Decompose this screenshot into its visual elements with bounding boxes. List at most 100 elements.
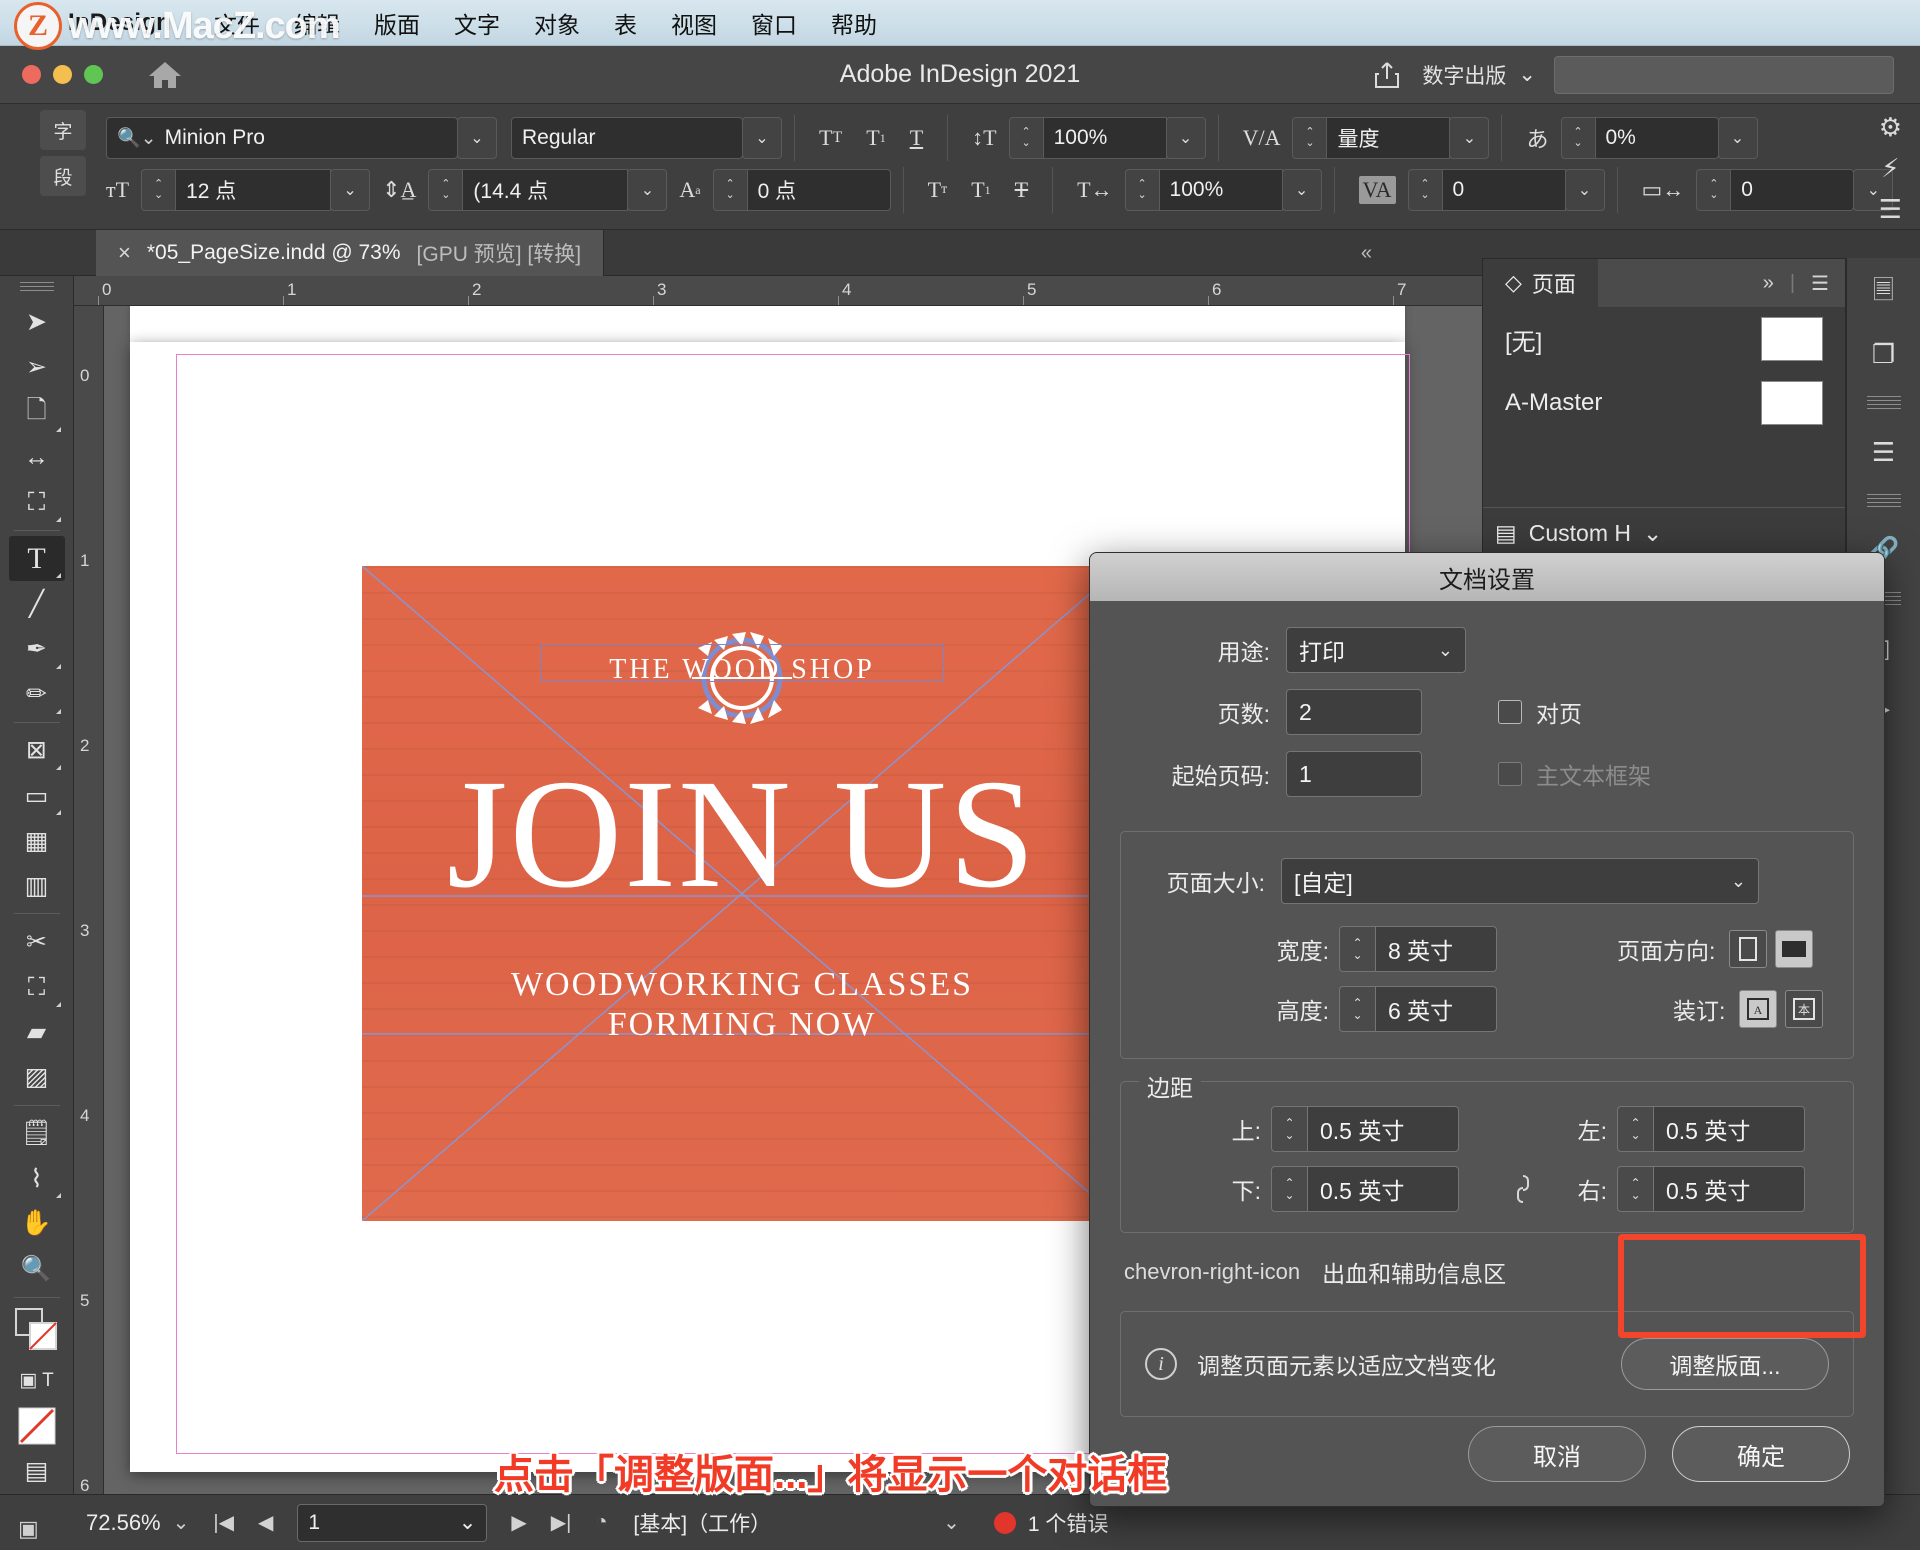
font-style-dropdown[interactable]: ⌄ — [742, 117, 782, 159]
selection-tool[interactable]: ➤ — [9, 300, 65, 345]
character-formatting-button[interactable]: 字 — [40, 110, 86, 150]
horizontal-scale-input[interactable]: 100% — [1158, 169, 1283, 211]
baseline-shift-stepper[interactable]: ⌃ ⌄ — [712, 169, 747, 211]
margin-top-input[interactable]: 0.5 英寸 — [1307, 1106, 1459, 1152]
gear-icon[interactable]: ⚙ — [1879, 112, 1902, 143]
horizontal-scale-stepper[interactable]: ⌃ ⌄ — [1124, 169, 1159, 211]
panel-menu-icon[interactable]: ☰ — [1879, 194, 1902, 225]
document-setup-dialog[interactable]: 文档设置 用途: 打印 ⌄ 页数: 2 对页 起始页码: 1 主文本框架 页面大… — [1089, 552, 1885, 1507]
toolbox-grip[interactable] — [19, 282, 54, 294]
leading-group[interactable]: ⌃ ⌄ (14.4 点 ⌄ — [428, 169, 668, 211]
menu-item-layout[interactable]: 版面 — [357, 6, 437, 40]
line-tool[interactable]: ╱ — [9, 581, 65, 626]
artwork-frame[interactable]: THE WOOD SHOP JOIN US WOODWORKING CLASSE… — [362, 566, 1122, 1221]
search-input[interactable] — [1554, 55, 1894, 94]
apply-none-swatch[interactable] — [9, 1403, 65, 1448]
minimize-window-button[interactable] — [53, 65, 72, 84]
master-row-a[interactable]: A-Master — [1483, 371, 1845, 435]
tsume-input[interactable]: 0% — [1594, 117, 1719, 159]
landscape-orientation-button[interactable] — [1775, 930, 1814, 968]
pages-dock-icon[interactable]: 🗏 — [1855, 266, 1913, 322]
facing-pages-checkbox[interactable]: 对页 — [1498, 695, 1582, 729]
panel-menu-icon[interactable]: ☰ — [1811, 271, 1829, 296]
pages-panel[interactable]: ◇ 页面 » | ☰ [无] A-Master ▤ Custom H ⌄ — [1482, 258, 1846, 560]
scissors-tool[interactable]: ✂ — [9, 919, 65, 964]
bleed-slug-section[interactable]: chevron-right-icon 出血和辅助信息区 — [1124, 1255, 1854, 1289]
fill-stroke-swatch[interactable] — [9, 1303, 65, 1359]
screen-mode-button[interactable]: ▤ — [9, 1449, 65, 1494]
leading-dropdown[interactable]: ⌄ — [627, 169, 668, 211]
next-page-icon[interactable]: ▶ — [499, 1510, 538, 1535]
content-collector-tool[interactable]: ⛶ — [9, 480, 65, 525]
font-family-dropdown[interactable]: ⌄ — [457, 117, 497, 159]
master-row-none[interactable]: [无] — [1483, 307, 1845, 371]
pencil-tool[interactable]: ✏ — [9, 672, 65, 717]
page-number-select[interactable]: 1 ⌄ — [297, 1503, 488, 1542]
column-tool[interactable]: ▥ — [9, 863, 65, 908]
chevron-down-icon[interactable]: ⌄ — [161, 1510, 202, 1535]
lightning-icon[interactable]: ⚡ — [1881, 153, 1899, 184]
menu-item-view[interactable]: 视图 — [654, 6, 734, 40]
margin-left-stepper[interactable]: ⌃ ⌄ — [1617, 1106, 1653, 1152]
tracking-input[interactable]: 0 — [1441, 169, 1566, 211]
pages-input[interactable]: 2 — [1286, 689, 1422, 735]
kerning-stepper[interactable]: ⌃ ⌄ — [1292, 117, 1327, 159]
hand-tool[interactable]: ✋ — [9, 1201, 65, 1246]
error-status[interactable]: 1 个错误 — [993, 1508, 1108, 1538]
tracking-dropdown[interactable]: ⌄ — [1564, 169, 1605, 211]
leading-input[interactable]: (14.4 点 — [462, 169, 629, 211]
font-size-group[interactable]: ⌃ ⌄ 12 点 ⌄ — [141, 169, 371, 211]
page-tool[interactable]: 🗋 — [9, 390, 65, 435]
last-page-icon[interactable]: ▶| — [539, 1510, 584, 1535]
baseline-shift-group[interactable]: ⌃ ⌄ 0 点 — [712, 169, 891, 211]
char-spacing-stepper[interactable]: ⌃ ⌄ — [1696, 169, 1731, 211]
font-size-stepper[interactable]: ⌃ ⌄ — [141, 169, 176, 211]
type-tool[interactable]: T — [8, 536, 65, 582]
width-input[interactable]: 8 英寸 — [1375, 926, 1497, 972]
underline-icon[interactable]: T — [910, 125, 923, 151]
all-caps-icon[interactable]: TT — [819, 125, 842, 151]
char-spacing-group[interactable]: ⌃ ⌄ 0 ⌄ — [1696, 169, 1894, 211]
small-caps-icon[interactable]: Tᴛ — [928, 177, 948, 203]
horizontal-scale-group[interactable]: ⌃ ⌄ 100% ⌄ — [1124, 169, 1322, 211]
paragraph-formatting-button[interactable]: 段 — [40, 156, 86, 196]
start-page-input[interactable]: 1 — [1286, 751, 1422, 797]
gradient-swatch-tool[interactable]: ▰ — [9, 1010, 65, 1055]
broken-link-icon[interactable] — [1495, 1172, 1551, 1206]
cancel-button[interactable]: 取消 — [1468, 1426, 1646, 1482]
kerning-input[interactable]: 量度 — [1326, 117, 1451, 159]
margin-right-stepper[interactable]: ⌃ ⌄ — [1617, 1166, 1653, 1212]
direct-selection-tool[interactable]: ➢ — [9, 345, 65, 390]
margin-bottom-stepper[interactable]: ⌃ ⌄ — [1271, 1166, 1307, 1212]
menu-app-name[interactable]: InDesign — [68, 9, 171, 37]
table-tool[interactable]: ▦ — [9, 818, 65, 863]
adjust-layout-button[interactable]: 调整版面... — [1621, 1338, 1829, 1390]
left-binding-button[interactable]: A — [1739, 990, 1778, 1028]
note-tool[interactable]: 🗒 — [9, 1111, 65, 1156]
vertical-scale-group[interactable]: ⌃ ⌄ 100% ⌄ — [1008, 117, 1206, 159]
margin-left-input[interactable]: 0.5 英寸 — [1653, 1106, 1805, 1152]
pen-tool[interactable]: ✒ — [9, 627, 65, 672]
gradient-feather-tool[interactable]: ▨ — [9, 1055, 65, 1100]
chevron-double-right-icon[interactable]: » — [1763, 272, 1774, 295]
margin-bottom-input[interactable]: 0.5 英寸 — [1307, 1166, 1459, 1212]
strikethrough-icon[interactable]: T — [1015, 177, 1028, 203]
menu-item-table[interactable]: 表 — [597, 6, 654, 40]
font-style-input[interactable]: Regular — [511, 117, 743, 159]
font-style-group[interactable]: Regular ⌄ — [511, 117, 782, 159]
menu-item-object[interactable]: 对象 — [517, 6, 597, 40]
tsume-dropdown[interactable]: ⌄ — [1717, 117, 1758, 159]
baseline-shift-input[interactable]: 0 点 — [746, 169, 891, 211]
menu-item-edit[interactable]: 编辑 — [277, 6, 357, 40]
chevron-double-left-icon[interactable]: « — [1361, 242, 1372, 265]
first-page-icon[interactable]: |◀ — [201, 1510, 246, 1535]
char-spacing-input[interactable]: 0 — [1730, 169, 1855, 211]
home-icon[interactable] — [147, 59, 183, 91]
menu-item-type[interactable]: 文字 — [437, 6, 517, 40]
menu-item-file[interactable]: 文件 — [197, 6, 277, 40]
master-a-thumbnail[interactable] — [1761, 381, 1823, 425]
subscript-icon[interactable]: T1 — [971, 177, 990, 203]
master-none-thumbnail[interactable] — [1761, 317, 1823, 361]
document-tab[interactable]: × *05_PageSize.indd @ 73% [GPU 预览] [转换] — [96, 230, 605, 276]
share-icon[interactable] — [1370, 58, 1404, 92]
